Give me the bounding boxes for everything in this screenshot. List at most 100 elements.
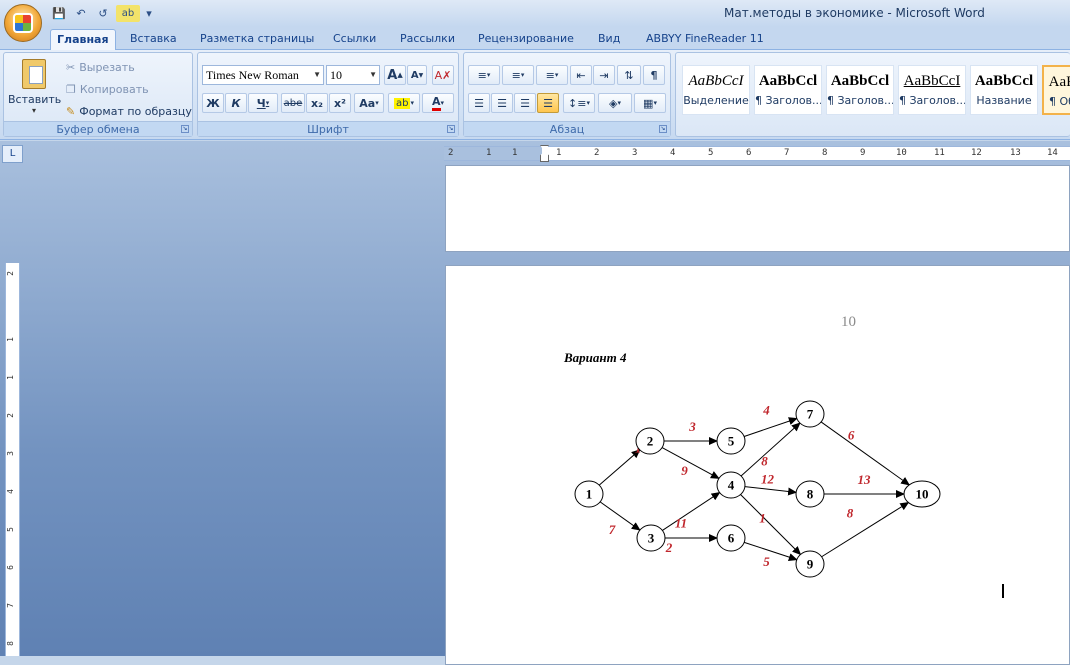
strikethrough-button[interactable]: abe (281, 93, 305, 113)
font-size-combo[interactable]: 10 ▼ (326, 65, 380, 85)
style-preview: AaBbCcl (830, 73, 890, 89)
bullets-button[interactable]: ≡ ▾ (468, 65, 500, 85)
horizontal-ruler[interactable]: 2 1 1 1 2 3 4 5 6 7 8 9 10 11 12 13 14 (444, 145, 1070, 162)
style-emphasis[interactable]: AaBbCcI Выделение (682, 65, 750, 115)
clipboard-launcher-icon[interactable]: ↘ (181, 125, 189, 133)
spelling-icon[interactable]: ab (116, 4, 140, 22)
decrease-indent-button[interactable]: ⇤ (570, 65, 592, 85)
ruler-tick: 1 (556, 148, 562, 158)
show-marks-button[interactable]: ¶ (643, 65, 665, 85)
ruler-tick: 5 (708, 148, 714, 158)
tab-abbyy[interactable]: ABBYY FineReader 11 (640, 29, 770, 50)
line-spacing-button[interactable]: ↕≡ ▾ (563, 93, 595, 113)
style-name: ¶ Заголов... (899, 94, 966, 107)
style-heading-3[interactable]: AaBbCcI ¶ Заголов... (898, 65, 966, 115)
paste-dropdown-icon: ▾ (31, 106, 36, 115)
grow-font-button[interactable]: A ▲ (384, 65, 406, 85)
edge-weight-label: 2 (665, 540, 673, 555)
font-name-combo[interactable]: Times New Roman ▼ (202, 65, 324, 85)
cut-button[interactable]: ✂ Вырезать (66, 57, 135, 77)
paragraph-launcher-icon[interactable]: ↘ (659, 125, 667, 133)
copy-icon: ❐ (66, 82, 76, 96)
tab-selector-button[interactable]: L (2, 145, 23, 163)
tab-home[interactable]: Главная (50, 29, 116, 50)
edge-weight-label: 8 (847, 506, 854, 521)
graph-node-6: 6 (716, 524, 746, 552)
edge-weight-label: 4 (762, 403, 770, 418)
ruler-tick: 2 (5, 413, 15, 418)
shrink-font-icon: A (410, 69, 419, 81)
vertical-ruler[interactable]: 2 1 1 2 3 4 5 6 7 8 (5, 263, 20, 656)
style-preview: AaBbCcI (903, 73, 961, 89)
style-preview: AaE (1048, 74, 1070, 90)
edge-weight-label: 8 (761, 454, 768, 469)
clipboard-group: Вставить ▾ ✂ Вырезать ❐ Копировать ✎ Формат… (3, 52, 193, 137)
borders-button[interactable]: ▦ ▾ (634, 93, 666, 113)
shrink-font-button[interactable]: A ▼ (407, 65, 427, 85)
clear-formatting-button[interactable]: A✗ (432, 65, 454, 85)
style-heading-2[interactable]: AaBbCcl ¶ Заголов... (826, 65, 894, 115)
customize-icon[interactable]: ▾ (144, 5, 154, 22)
italic-button[interactable]: К (225, 93, 247, 113)
ruler-tick: 2 (594, 148, 600, 158)
tab-page-layout[interactable]: Разметка страницы (194, 29, 320, 50)
sort-button[interactable]: ⇅ (617, 65, 641, 85)
tab-references[interactable]: Ссылки (327, 29, 382, 50)
style-preview: AaBbCcI (688, 73, 744, 89)
underline-button[interactable]: Ч ▾ (248, 93, 278, 113)
highlighter-icon: ab (394, 97, 411, 109)
ruler-tick: 10 (896, 148, 907, 158)
ruler-tick: 1 (512, 148, 518, 158)
bold-icon: Ж (206, 96, 220, 110)
grow-font-icon: A (387, 67, 398, 83)
tab-review[interactable]: Рецензирование (472, 29, 580, 50)
node-label: 5 (728, 434, 735, 449)
edge-weight-label: 3 (688, 419, 696, 434)
page-current[interactable]: 10 Вариант 4 107391124812156138 12345678… (445, 265, 1070, 665)
style-name: Выделение (683, 94, 749, 107)
node-label: 3 (648, 531, 655, 546)
highlight-button[interactable]: ab ▾ (388, 93, 420, 113)
align-right-button[interactable]: ☰ (514, 93, 536, 113)
style-name: ¶ Об (1049, 95, 1070, 108)
graph-node-3: 3 (636, 524, 666, 552)
tab-view[interactable]: Вид (592, 29, 626, 50)
style-heading-1[interactable]: AaBbCcl ¶ Заголов... (754, 65, 822, 115)
font-color-button[interactable]: A ▾ (422, 93, 454, 113)
office-button[interactable] (4, 4, 42, 42)
justify-button[interactable]: ☰ (537, 93, 559, 113)
node-label: 9 (807, 557, 814, 572)
edge-weight-label: 1 (759, 511, 766, 526)
align-center-button[interactable]: ☰ (491, 93, 513, 113)
save-icon[interactable]: 💾 (50, 5, 68, 22)
change-case-button[interactable]: Aa ▾ (354, 93, 384, 113)
page-previous[interactable] (445, 165, 1070, 252)
paste-button[interactable]: Вставить ▾ (8, 57, 61, 119)
ruler-tick: 13 (1010, 148, 1021, 158)
ruler-tick: 1 (5, 337, 15, 342)
redo-icon[interactable]: ↺ (94, 5, 112, 22)
font-launcher-icon[interactable]: ↘ (447, 125, 455, 133)
subscript-button[interactable]: x₂ (306, 93, 328, 113)
node-label: 10 (916, 487, 929, 502)
network-graph[interactable]: 107391124812156138 12345678910 (566, 388, 946, 588)
multilevel-list-button[interactable]: ≡ ▾ (536, 65, 568, 85)
document-workspace[interactable]: L 2 1 1 1 2 3 4 5 6 7 8 9 10 11 12 13 14 2112345678 10 В… (0, 141, 1070, 665)
undo-icon[interactable]: ↶ (72, 5, 90, 22)
bold-button[interactable]: Ж (202, 93, 224, 113)
font-name-dropdown-icon: ▼ (313, 70, 321, 79)
shading-button[interactable]: ◈ ▾ (598, 93, 632, 113)
copy-button[interactable]: ❐ Копировать (66, 79, 149, 99)
numbering-button[interactable]: ≡ ▾ (502, 65, 534, 85)
style-title[interactable]: AaBbCcl Название (970, 65, 1038, 115)
align-left-button[interactable]: ☰ (468, 93, 490, 113)
ruler-tick: 9 (860, 148, 866, 158)
superscript-button[interactable]: x² (329, 93, 351, 113)
window-title: Мат.методы в экономике - Microsoft Word (724, 6, 985, 20)
style-name: ¶ Заголов... (827, 94, 894, 107)
format-painter-button[interactable]: ✎ Формат по образцу (66, 101, 192, 121)
increase-indent-button[interactable]: ⇥ (593, 65, 615, 85)
style-normal[interactable]: AaE ¶ Об (1042, 65, 1070, 115)
tab-insert[interactable]: Вставка (124, 29, 183, 50)
tab-mailings[interactable]: Рассылки (394, 29, 461, 50)
